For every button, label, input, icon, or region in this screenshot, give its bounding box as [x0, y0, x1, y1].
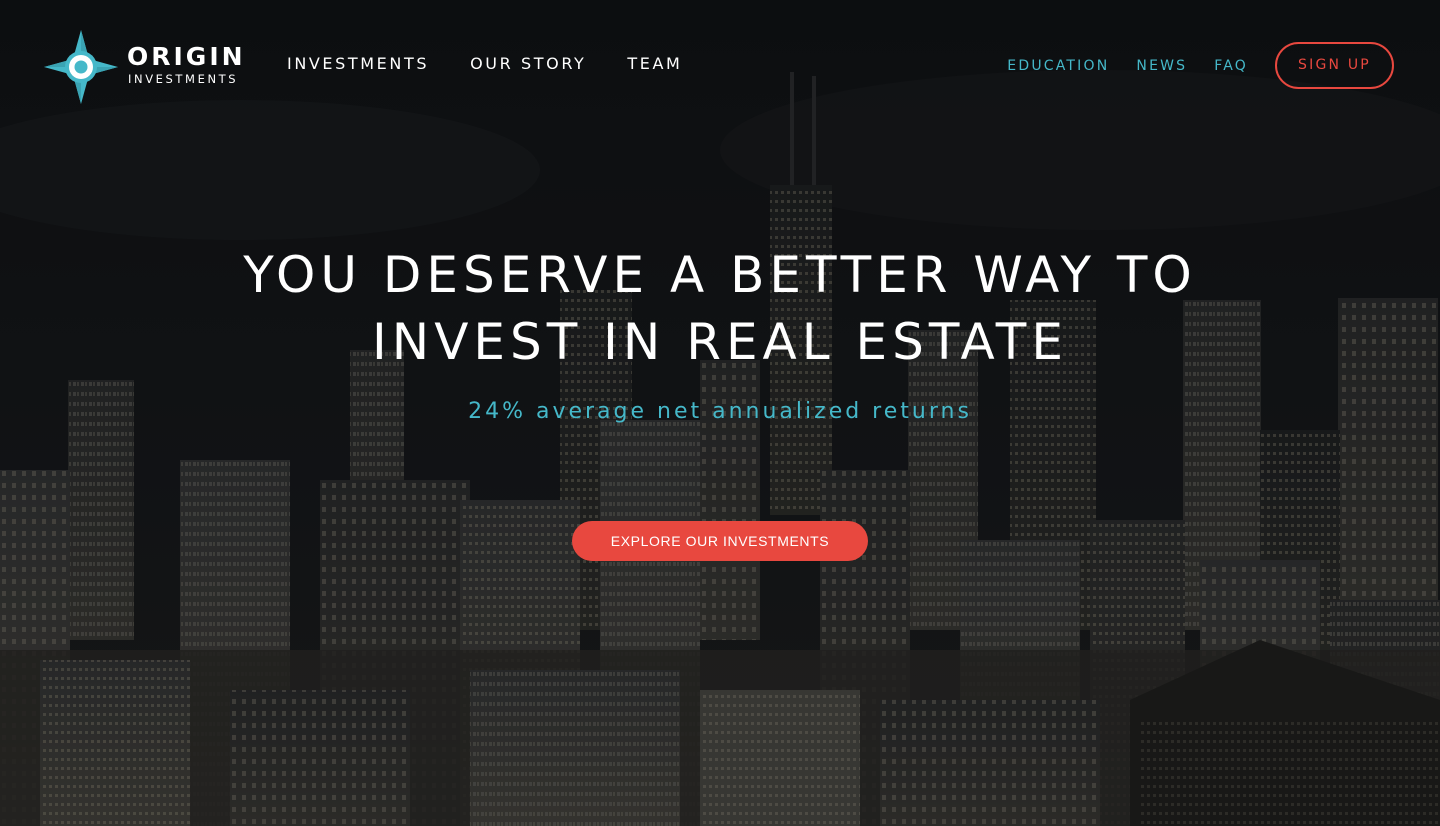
nav-education[interactable]: EDUCATION — [1007, 56, 1109, 76]
nav-our-story[interactable]: OUR STORY — [470, 54, 586, 74]
hero-headline-line-1: YOU DESERVE A BETTER WAY TO — [243, 246, 1197, 304]
secondary-nav: EDUCATION NEWS FAQ SIGN UP — [1007, 42, 1394, 89]
origin-logo[interactable]: ORIGIN INVESTMENTS — [44, 30, 244, 104]
hero-subtitle: 24% average net annualized returns — [468, 399, 972, 424]
sign-up-button[interactable]: SIGN UP — [1275, 42, 1394, 89]
site-header: ORIGIN INVESTMENTS INVESTMENTS OUR STORY… — [0, 0, 1440, 130]
compass-star-icon — [44, 30, 118, 104]
nav-faq[interactable]: FAQ — [1214, 56, 1248, 76]
nav-investments[interactable]: INVESTMENTS — [287, 54, 429, 74]
logo-subtitle: INVESTMENTS — [128, 72, 239, 86]
logo-wordmark: ORIGIN — [127, 42, 246, 71]
nav-team[interactable]: TEAM — [627, 54, 682, 74]
page: ORIGIN INVESTMENTS INVESTMENTS OUR STORY… — [0, 0, 1440, 826]
hero-headline: YOU DESERVE A BETTER WAY TO INVEST IN RE… — [0, 242, 1440, 376]
nav-news[interactable]: NEWS — [1136, 56, 1187, 76]
primary-nav: INVESTMENTS OUR STORY TEAM — [287, 54, 682, 74]
explore-investments-button[interactable]: EXPLORE OUR INVESTMENTS — [572, 521, 868, 561]
hero-headline-line-2: INVEST IN REAL ESTATE — [372, 313, 1068, 371]
